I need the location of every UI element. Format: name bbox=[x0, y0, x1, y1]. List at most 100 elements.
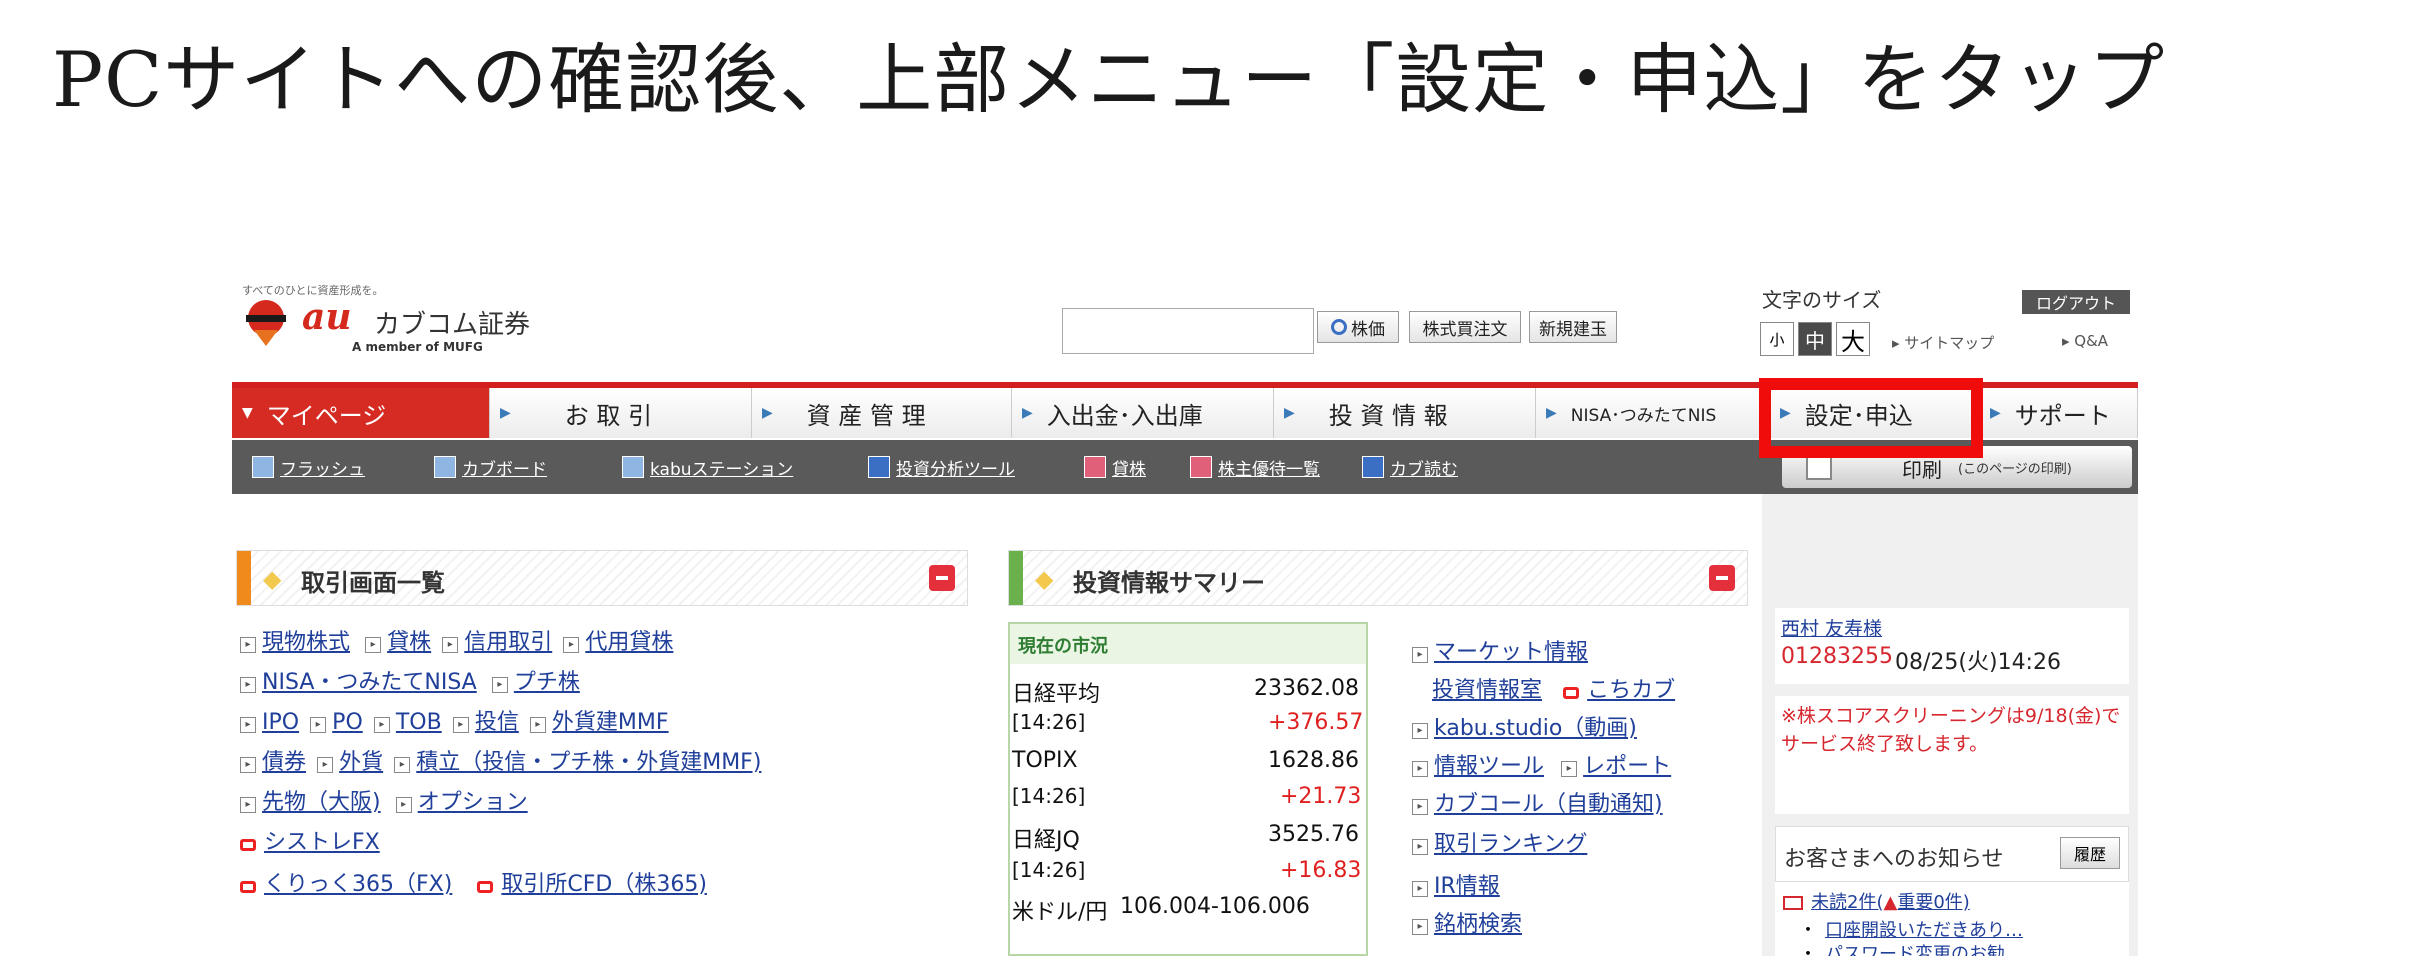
search-input[interactable] bbox=[1062, 308, 1314, 354]
link-click365[interactable]: くりっく365（FX) bbox=[264, 872, 452, 897]
info-link-row: ▸ 情報ツール ▸ レポート bbox=[1412, 748, 1671, 780]
book-icon bbox=[1362, 456, 1384, 478]
announcement-link-1[interactable]: 口座開設いただきあり… bbox=[1825, 920, 2023, 941]
link-systrefx[interactable]: シストレFX bbox=[264, 830, 380, 855]
link-kochikabu[interactable]: こちカブ bbox=[1587, 678, 1675, 703]
market-value: 23362.08 bbox=[1254, 676, 1359, 701]
window-icon bbox=[622, 456, 644, 478]
trade-row-7: くりっく365（FX) 取引所CFD（株365) bbox=[240, 866, 707, 898]
link-mmf[interactable]: 外貨建MMF bbox=[552, 710, 669, 735]
print-label: 印刷 bbox=[1902, 458, 1942, 482]
user-name[interactable]: 西村 友寿様 bbox=[1781, 614, 1882, 641]
sitemap-link[interactable]: ▸ サイトマップ bbox=[1892, 332, 1994, 353]
subnav-kabuyomu-label: カブ読む bbox=[1390, 459, 1458, 480]
subnav-kabuboard-label: カブボード bbox=[462, 459, 547, 480]
triangle-down-icon: ▼ bbox=[242, 405, 253, 421]
important-link[interactable]: 重要0件) bbox=[1897, 892, 1969, 913]
font-medium-button[interactable]: 中 bbox=[1798, 322, 1832, 356]
link-toushin[interactable]: 投信 bbox=[475, 710, 519, 735]
new-position-button[interactable]: 新規建玉 bbox=[1529, 311, 1617, 343]
arrow-right-icon: ▸ bbox=[240, 636, 256, 653]
trade-row-1: ▸ 現物株式 ▸ 貸株 ▸ 信用取引 ▸ 代用貸株 bbox=[240, 624, 673, 656]
subnav-lending[interactable]: 貸株 bbox=[1084, 440, 1146, 494]
history-button[interactable]: 履歴 bbox=[2060, 837, 2120, 869]
link-tsumitate[interactable]: 積立（投信・プチ株・外貨建MMF) bbox=[416, 750, 761, 775]
highlight-box bbox=[1759, 378, 1983, 458]
lending-icon bbox=[1084, 456, 1106, 478]
window-icon bbox=[252, 456, 274, 478]
arrow-right-icon: ▶ bbox=[1284, 405, 1295, 421]
trade-panel-title: 取引画面一覧 bbox=[301, 569, 445, 597]
link-ranking[interactable]: 取引ランキング bbox=[1434, 832, 1587, 857]
link-puchikabu[interactable]: プチ株 bbox=[514, 670, 580, 695]
subnav-flash-label: フラッシュ bbox=[280, 459, 365, 480]
link-research-room[interactable]: 投資情報室 bbox=[1432, 678, 1542, 703]
link-ipo[interactable]: IPO bbox=[262, 710, 299, 735]
link-cfd[interactable]: 取引所CFD（株365) bbox=[501, 872, 707, 897]
arrow-right-icon: ▸ bbox=[1412, 880, 1428, 897]
link-po[interactable]: PO bbox=[332, 710, 363, 735]
nav-support-label: サポート bbox=[2014, 401, 2111, 430]
subnav-flash[interactable]: フラッシュ bbox=[252, 440, 365, 494]
nav-assets[interactable]: ▶ 資 産 管 理 bbox=[752, 388, 1012, 438]
link-kabucall[interactable]: カブコール（自動通知) bbox=[1434, 792, 1663, 817]
panel-accent-bar bbox=[237, 551, 251, 605]
logo-sub: A member of MUFG bbox=[352, 340, 483, 354]
nav-info[interactable]: ▶ 投 資 情 報 bbox=[1274, 388, 1536, 438]
external-window-icon bbox=[1563, 686, 1580, 699]
order-button[interactable]: 株式買注文 bbox=[1409, 311, 1521, 343]
subnav-station[interactable]: kabuステーション bbox=[622, 440, 793, 494]
nav-support[interactable]: ▶ サポート bbox=[1980, 388, 2138, 438]
nav-mypage[interactable]: ▼ マイページ bbox=[232, 388, 490, 438]
link-kabu-studio[interactable]: kabu.studio（動画) bbox=[1434, 716, 1637, 741]
warning-icon: ▲ bbox=[1883, 892, 1898, 913]
link-search[interactable]: 銘柄検索 bbox=[1434, 912, 1522, 937]
link-shinyou[interactable]: 信用取引 bbox=[464, 630, 552, 655]
minimize-icon[interactable] bbox=[1709, 565, 1735, 591]
arrow-right-icon: ▸ bbox=[491, 676, 508, 693]
market-table-header: 現在の市況 bbox=[1010, 624, 1366, 664]
info-link-row: ▸ カブコール（自動通知) bbox=[1412, 786, 1663, 818]
kabucom-site-screenshot: すべてのひとに資産形成を。 au カブコム証券 A member of MUFG… bbox=[232, 278, 2138, 956]
unread-link[interactable]: 未読2件( bbox=[1811, 892, 1883, 913]
subnav-yutai-label: 株主優待一覧 bbox=[1218, 459, 1320, 480]
link-market-info[interactable]: マーケット情報 bbox=[1434, 640, 1588, 665]
link-option[interactable]: オプション bbox=[418, 790, 528, 815]
bullet-dot: ・ bbox=[1799, 944, 1817, 956]
link-info-tools[interactable]: 情報ツール bbox=[1434, 754, 1544, 779]
subnav-tool[interactable]: 投資分析ツール bbox=[868, 440, 1015, 494]
nav-nisa[interactable]: ▶ NISA･つみたてNIS bbox=[1536, 388, 1770, 438]
link-report[interactable]: レポート bbox=[1583, 754, 1671, 779]
font-large-button[interactable]: 大 bbox=[1836, 322, 1870, 356]
mail-icon bbox=[1783, 896, 1803, 910]
info-link-row: ▸ 取引ランキング bbox=[1412, 826, 1587, 858]
link-tob[interactable]: TOB bbox=[396, 710, 442, 735]
announcement-link-2[interactable]: パスワード変更のお勧… bbox=[1825, 944, 2023, 956]
link-sakimono[interactable]: 先物（大阪) bbox=[262, 790, 381, 815]
link-daiyou[interactable]: 代用貸株 bbox=[585, 630, 673, 655]
qa-link[interactable]: ▸ Q&A bbox=[2062, 332, 2108, 350]
link-nisa[interactable]: NISA・つみたてNISA bbox=[262, 670, 477, 695]
font-small-button[interactable]: 小 bbox=[1760, 322, 1794, 356]
minimize-icon[interactable] bbox=[929, 565, 955, 591]
logout-button[interactable]: ログアウト bbox=[2022, 290, 2130, 314]
subnav-lending-label: 貸株 bbox=[1112, 459, 1146, 480]
nav-trade[interactable]: ▶ お 取 引 bbox=[490, 388, 752, 438]
subnav-kabuboard[interactable]: カブボード bbox=[434, 440, 547, 494]
nav-nisa-label: NISA･つみたてNIS bbox=[1570, 405, 1717, 426]
link-gaika[interactable]: 外貨 bbox=[339, 750, 383, 775]
link-ir[interactable]: IR情報 bbox=[1434, 874, 1500, 899]
market-change: +16.83 bbox=[1280, 858, 1362, 883]
info-link-row: 投資情報室 こちカブ bbox=[1432, 672, 1675, 704]
print-sub-label: (このページの印刷) bbox=[1958, 462, 2072, 477]
info-link-row: ▸ kabu.studio（動画) bbox=[1412, 710, 1637, 742]
subnav-kabuyomu[interactable]: カブ読む bbox=[1362, 440, 1458, 494]
subnav-yutai[interactable]: 株主優待一覧 bbox=[1190, 440, 1320, 494]
arrow-right-icon: ▶ bbox=[762, 405, 773, 421]
quote-button[interactable]: 株価 bbox=[1317, 311, 1399, 343]
nav-inout[interactable]: ▶ 入出金･入出庫 bbox=[1012, 388, 1274, 438]
trade-row-3: ▸ IPO ▸ PO ▸ TOB ▸ 投信 ▸ 外貨建MMF bbox=[240, 704, 669, 736]
link-saiken[interactable]: 債券 bbox=[262, 750, 306, 775]
link-genbutsu[interactable]: 現物株式 bbox=[262, 630, 350, 655]
link-kashikabu[interactable]: 貸株 bbox=[387, 630, 431, 655]
